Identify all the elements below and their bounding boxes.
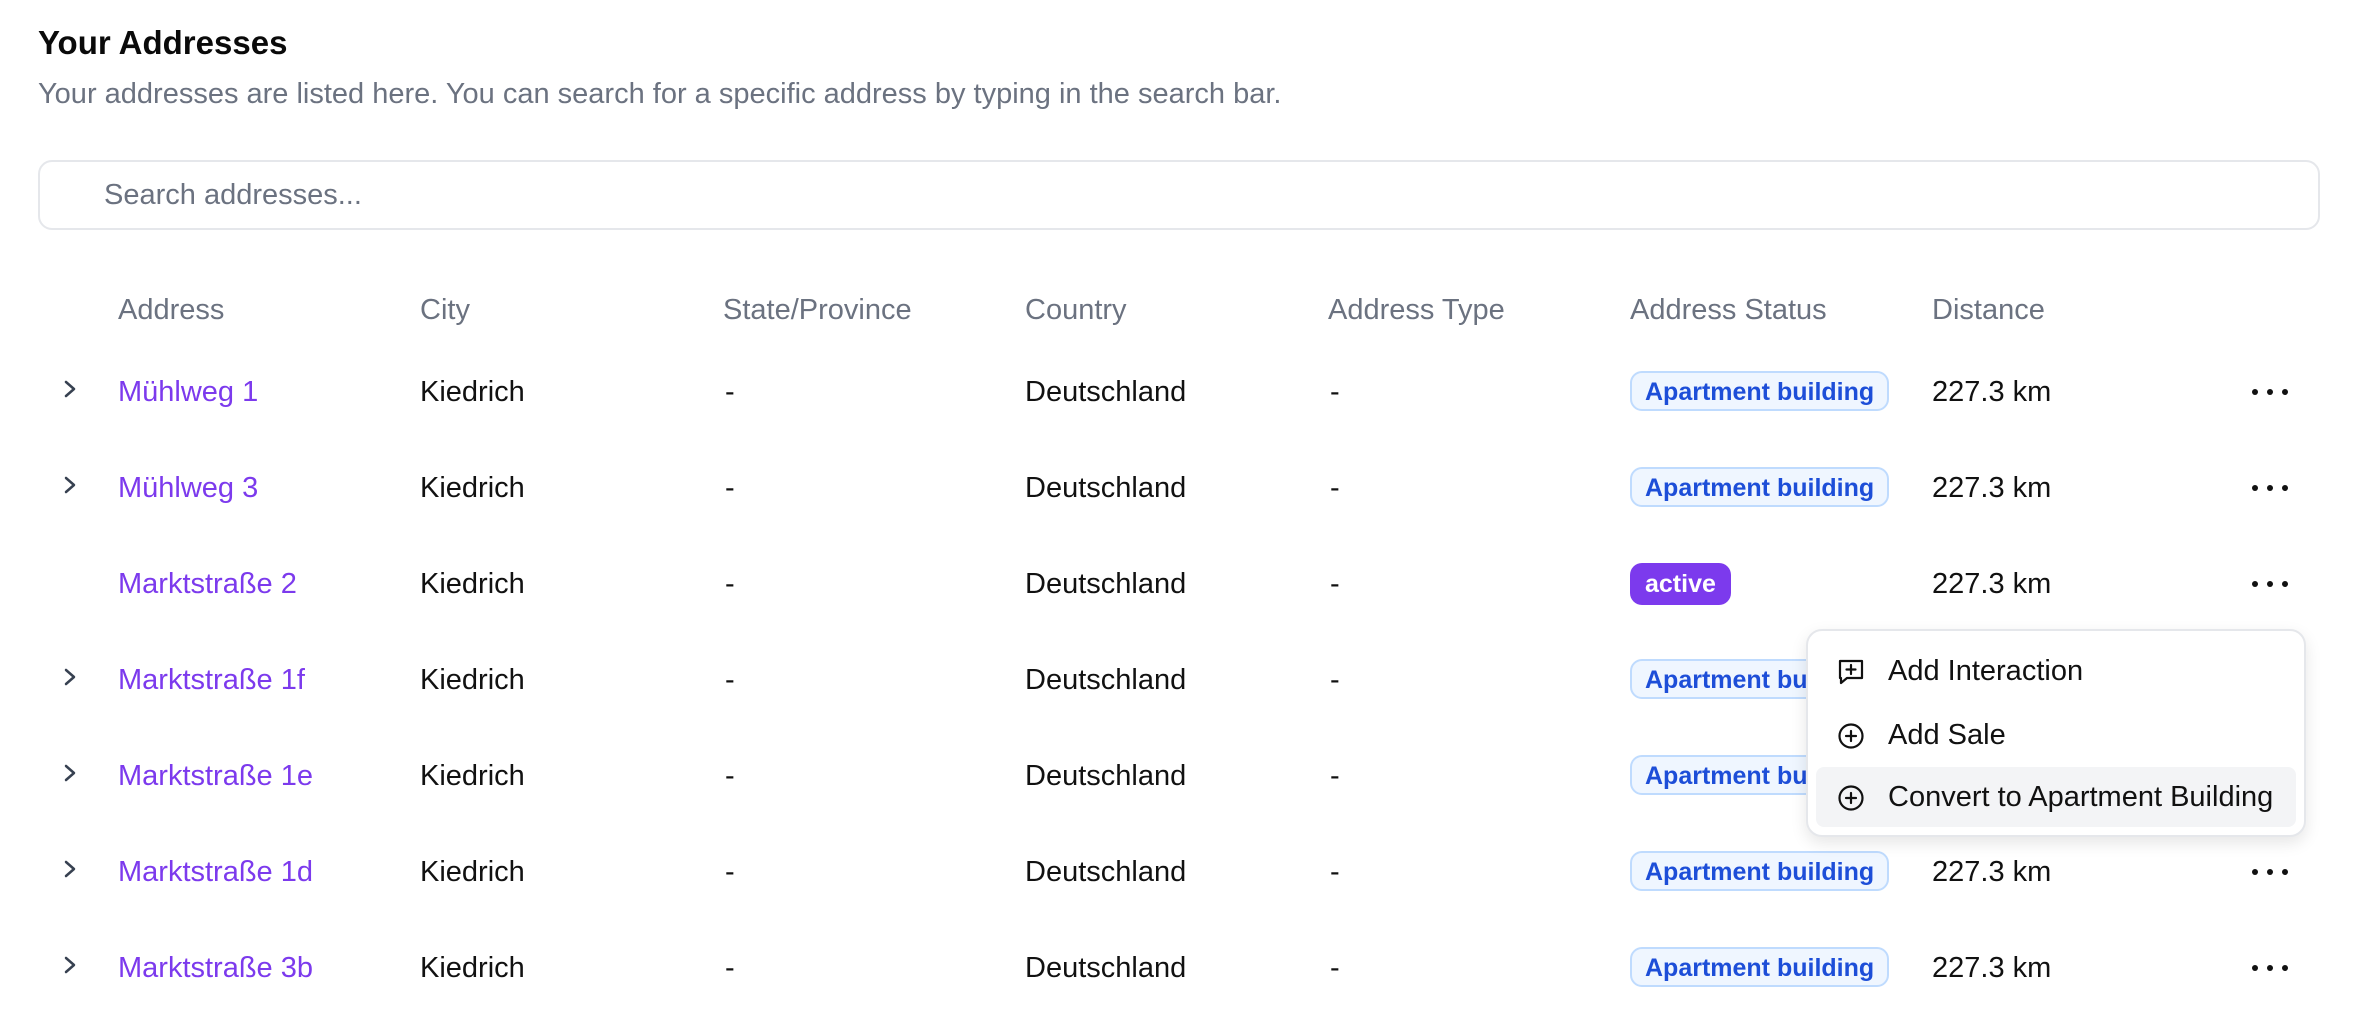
- more-actions-icon[interactable]: [2252, 858, 2288, 886]
- chevron-right-icon[interactable]: [58, 758, 82, 788]
- chevron-right-icon[interactable]: [58, 374, 82, 404]
- column-header-country: Country: [1025, 294, 1127, 326]
- distance-cell: 227.3 km: [1932, 952, 2052, 984]
- city-cell: Kiedrich: [420, 856, 525, 888]
- state-cell: -: [725, 568, 735, 600]
- page-subtitle: Your addresses are listed here. You can …: [38, 78, 1282, 110]
- plus-circle-icon: [1838, 723, 1864, 749]
- page-title: Your Addresses: [38, 24, 288, 61]
- state-cell: -: [725, 760, 735, 792]
- country-cell: Deutschland: [1025, 856, 1187, 888]
- country-cell: Deutschland: [1025, 376, 1187, 408]
- city-cell: Kiedrich: [420, 664, 525, 696]
- more-actions-icon[interactable]: [2252, 474, 2288, 502]
- state-cell: -: [725, 664, 735, 696]
- address-type-cell: -: [1330, 472, 1340, 504]
- status-badge: Apartment building: [1630, 851, 1890, 891]
- distance-cell: 227.3 km: [1932, 856, 2052, 888]
- table-row[interactable]: Mühlweg 1 Kiedrich - Deutschland - Apart…: [0, 344, 2374, 440]
- city-cell: Kiedrich: [420, 376, 525, 408]
- column-header-distance: Distance: [1932, 294, 2045, 326]
- address-type-cell: -: [1330, 376, 1340, 408]
- message-plus-icon: [1838, 659, 1864, 685]
- more-actions-icon[interactable]: [2252, 378, 2288, 406]
- menu-item-label: Add Interaction: [1888, 655, 2084, 687]
- address-type-cell: -: [1330, 856, 1340, 888]
- city-cell: Kiedrich: [420, 472, 525, 504]
- city-cell: Kiedrich: [420, 952, 525, 984]
- distance-cell: 227.3 km: [1932, 472, 2052, 504]
- country-cell: Deutschland: [1025, 952, 1187, 984]
- address-link[interactable]: Marktstraße 1f: [118, 632, 305, 728]
- address-link[interactable]: Mühlweg 1: [118, 344, 258, 440]
- status-badge: Apartment building: [1630, 371, 1890, 411]
- address-link[interactable]: Mühlweg 3: [118, 440, 258, 536]
- column-header-address-type: Address Type: [1328, 294, 1505, 326]
- chevron-right-icon[interactable]: [58, 950, 82, 980]
- country-cell: Deutschland: [1025, 760, 1187, 792]
- status-badge: Apartment bu: [1630, 659, 1823, 699]
- address-link[interactable]: Marktstraße 2: [118, 536, 297, 632]
- menu-item-add-interaction[interactable]: Add Interaction: [1816, 641, 2296, 701]
- state-cell: -: [725, 856, 735, 888]
- menu-item-label: Add Sale: [1888, 719, 2006, 751]
- plus-circle-icon: [1838, 785, 1864, 811]
- address-link[interactable]: Marktstraße 3b: [118, 920, 313, 1016]
- distance-cell: 227.3 km: [1932, 568, 2052, 600]
- more-actions-icon[interactable]: [2252, 954, 2288, 982]
- more-actions-icon[interactable]: [2252, 570, 2288, 598]
- status-badge: Apartment building: [1630, 947, 1890, 987]
- column-header-state: State/Province: [723, 294, 912, 326]
- address-type-cell: -: [1330, 952, 1340, 984]
- table-row[interactable]: Marktstraße 2 Kiedrich - Deutschland - a…: [0, 536, 2374, 632]
- address-link[interactable]: Marktstraße 1e: [118, 728, 313, 824]
- menu-item-label: Convert to Apartment Building: [1888, 781, 2274, 813]
- address-type-cell: -: [1330, 568, 1340, 600]
- row-actions-menu: Add Interaction Add Sale Convert to Apar…: [1806, 629, 2306, 837]
- column-header-city: City: [420, 294, 470, 326]
- menu-item-add-sale[interactable]: Add Sale: [1816, 705, 2296, 765]
- country-cell: Deutschland: [1025, 568, 1187, 600]
- address-link[interactable]: Marktstraße 1d: [118, 824, 313, 920]
- state-cell: -: [725, 376, 735, 408]
- address-type-cell: -: [1330, 664, 1340, 696]
- chevron-right-icon[interactable]: [58, 470, 82, 500]
- menu-item-convert-to-apartment-building[interactable]: Convert to Apartment Building: [1816, 767, 2296, 827]
- table-row[interactable]: Marktstraße 3b Kiedrich - Deutschland - …: [0, 920, 2374, 1016]
- country-cell: Deutschland: [1025, 664, 1187, 696]
- state-cell: -: [725, 472, 735, 504]
- distance-cell: 227.3 km: [1932, 376, 2052, 408]
- country-cell: Deutschland: [1025, 472, 1187, 504]
- search-input[interactable]: [40, 162, 2318, 228]
- column-header-address: Address: [118, 294, 225, 326]
- address-type-cell: -: [1330, 760, 1340, 792]
- column-header-address-status: Address Status: [1630, 294, 1827, 326]
- search-box[interactable]: [38, 160, 2320, 230]
- city-cell: Kiedrich: [420, 568, 525, 600]
- status-badge: Apartment building: [1630, 467, 1890, 507]
- chevron-right-icon[interactable]: [58, 854, 82, 884]
- city-cell: Kiedrich: [420, 760, 525, 792]
- status-badge-active: active: [1630, 563, 1731, 605]
- status-badge: Apartment bu: [1630, 755, 1823, 795]
- state-cell: -: [725, 952, 735, 984]
- chevron-right-icon[interactable]: [58, 662, 82, 692]
- table-row[interactable]: Marktstraße 1d Kiedrich - Deutschland - …: [0, 824, 2374, 920]
- table-row[interactable]: Mühlweg 3 Kiedrich - Deutschland - Apart…: [0, 440, 2374, 536]
